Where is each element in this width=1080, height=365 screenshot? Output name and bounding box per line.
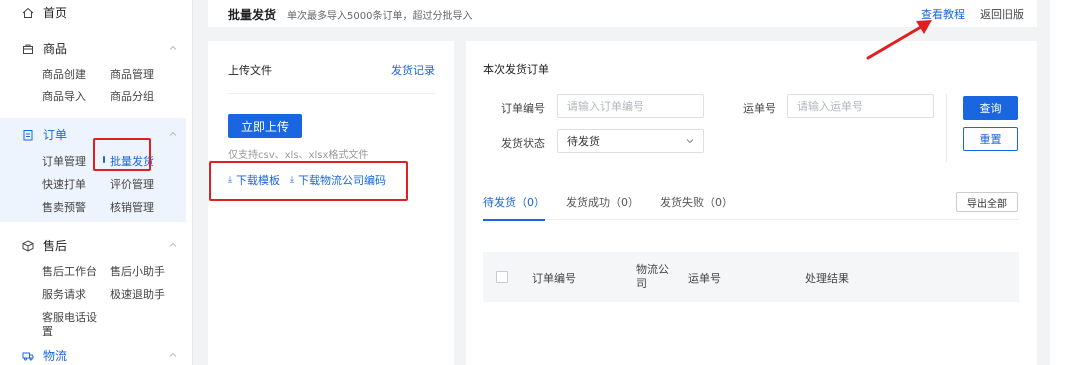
column-waybill: 运单号 [688,272,721,285]
sidebar-head-label: 订单 [43,128,68,142]
sidebar-item-review-manage[interactable]: 评价管理 [110,176,154,192]
sidebar-section-aftersale: 售后 售后工作台 售后小助手 服务请求 极速退助手 客服电话设 置 [0,230,186,340]
truck-icon [22,350,34,362]
ship-status-select[interactable]: 待发货 [557,129,704,153]
sidebar-item-aftersale-desk[interactable]: 售后工作台 [42,263,97,279]
upload-format-hint: 仅支持csv、xls、xlsx格式文件 [228,150,369,161]
waybill-input[interactable] [787,94,934,118]
sidebar-head-logistics[interactable]: 物流 [22,347,67,364]
query-button[interactable]: 查询 [963,96,1018,120]
page-subtitle: 单次最多导入5000条订单，超过分批导入 [287,11,473,22]
filter-divider [946,94,947,162]
bag-icon [22,43,34,55]
sidebar-head-label: 物流 [43,349,68,363]
back-old-version-link[interactable]: 返回旧版 [980,6,1024,22]
sidebar-item-fast-refund[interactable]: 极速退助手 [110,286,165,302]
reset-button[interactable]: 重置 [963,127,1018,151]
ship-record-link[interactable]: 发货记录 [391,62,435,78]
sidebar-item-goods-group[interactable]: 商品分组 [110,88,154,104]
annotation-arrow-icon [866,20,932,60]
home-icon [22,7,34,19]
orders-panel-title: 本次发货订单 [483,63,549,76]
upload-now-button[interactable]: 立即上传 [228,114,302,138]
divider [228,93,435,94]
status-tabs: 待发货（0） 发货成功（0） 发货失败（0） [483,194,1019,221]
sidebar-item-verify-manage[interactable]: 核销管理 [110,199,154,215]
sidebar-item-quick-print[interactable]: 快速打单 [42,176,86,192]
tab-pending[interactable]: 待发货（0） [483,194,545,221]
right-gutter [1050,0,1080,365]
table-header: 订单编号 物流公司 运单号 处理结果 [483,252,1019,302]
page-title: 批量发货 [228,8,277,22]
sidebar-head-aftersale[interactable]: 售后 [22,237,67,254]
sidebar-section-goods: 商品 商品创建 商品管理 商品导入 商品分组 [0,34,186,112]
column-carrier: 物流公司 [636,263,669,290]
sidebar-item-sale-alert[interactable]: 售卖预警 [42,199,86,215]
sidebar-head-label: 售后 [43,239,68,253]
sidebar-item-goods-import[interactable]: 商品导入 [42,88,86,104]
annotation-highlight-download-links [209,161,408,201]
ship-status-value: 待发货 [567,135,600,148]
column-result: 处理结果 [805,272,849,285]
export-all-button[interactable]: 导出全部 [956,192,1018,212]
sidebar-head-orders[interactable]: 订单 [22,126,67,143]
sidebar-head-label: 商品 [43,42,68,56]
upload-title: 上传文件 [228,64,272,77]
sidebar-section-logistics: 物流 [0,340,186,365]
waybill-label: 运单号 [743,102,776,115]
annotation-highlight-batch-ship [93,138,151,171]
select-all-checkbox[interactable] [496,271,508,283]
upload-panel: 上传文件 发货记录 立即上传 仅支持csv、xls、xlsx格式文件 ⤓ 下载模… [208,41,454,365]
tab-success[interactable]: 发货成功（0） [566,194,639,220]
chevron-up-icon[interactable] [168,350,178,360]
column-order-no: 订单编号 [532,272,576,285]
sidebar-item-order-manage[interactable]: 订单管理 [42,153,86,169]
sidebar-item-service-request[interactable]: 服务请求 [42,286,86,302]
ship-status-label: 发货状态 [501,137,545,150]
chevron-up-icon[interactable] [168,240,178,250]
box-icon [22,239,34,252]
sidebar-item-goods-manage[interactable]: 商品管理 [110,66,154,82]
sidebar-item-hotline-setting-cont[interactable]: 置 [42,323,53,339]
sidebar-item-goods-create[interactable]: 商品创建 [42,66,86,82]
chevron-down-icon [686,139,694,144]
order-no-label: 订单编号 [501,102,545,115]
sidebar-head-goods[interactable]: 商品 [22,40,67,57]
sidebar-home-label: 首页 [43,6,68,20]
order-no-input[interactable] [557,94,704,118]
chevron-up-icon[interactable] [168,129,178,139]
chevron-up-icon[interactable] [168,43,178,53]
sidebar-item-aftersale-helper[interactable]: 售后小助手 [110,263,165,279]
tab-failed[interactable]: 发货失败（0） [660,194,733,220]
sidebar: 首页 商品 商品创建 商品管理 商品导入 商品分组 订单 订单管理 批量发货 快… [0,0,193,365]
sidebar-item-home[interactable]: 首页 [22,4,67,21]
orders-panel: 本次发货订单 订单编号 运单号 发货状态 待发货 查询 重置 待发货（0） 发货… [466,41,1037,365]
clipboard-icon [22,129,34,141]
